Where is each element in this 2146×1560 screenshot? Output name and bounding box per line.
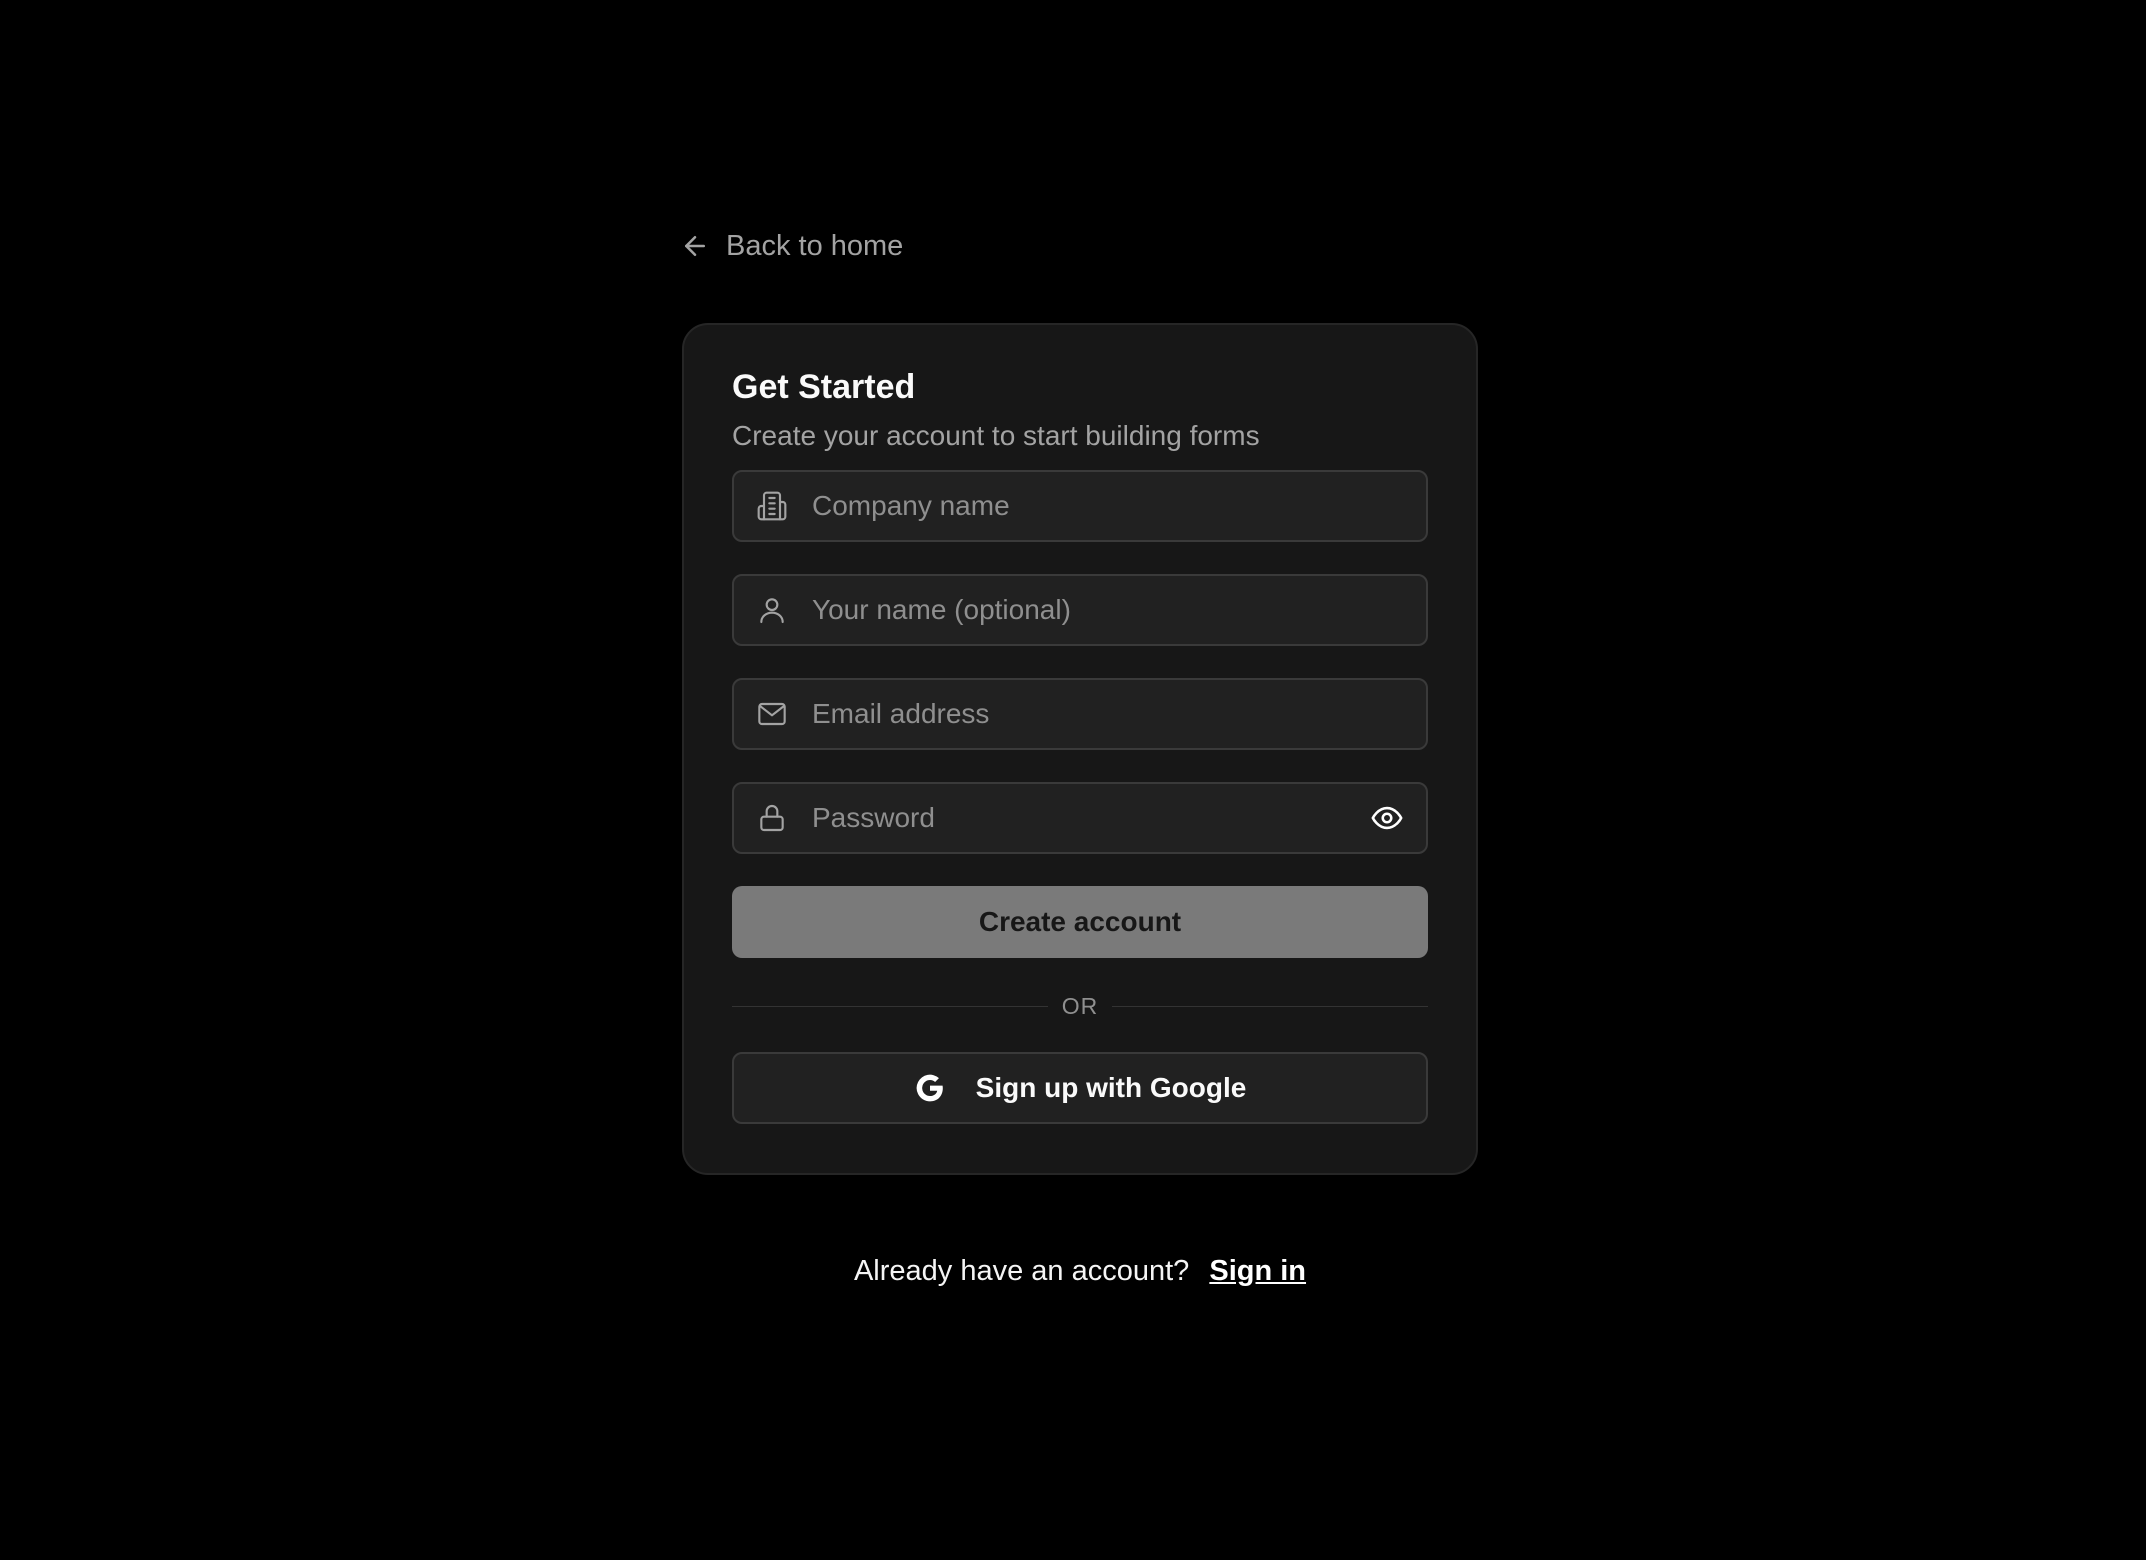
google-signup-label: Sign up with Google: [975, 1072, 1247, 1104]
back-to-home-link[interactable]: Back to home: [680, 222, 903, 270]
or-divider: OR: [732, 986, 1428, 1026]
eye-icon[interactable]: [1370, 801, 1404, 835]
building-icon: [756, 490, 788, 522]
email-input[interactable]: [812, 680, 1426, 749]
google-icon: [914, 1072, 946, 1104]
signin-prompt: Already have an account? Sign in: [0, 1255, 2146, 1288]
signin-prompt-text: Already have an account?: [853, 1255, 1190, 1287]
signup-card: Get Started Create your account to start…: [682, 323, 1478, 1175]
company-name-input[interactable]: [812, 472, 1426, 541]
sign-in-link[interactable]: Sign in: [1209, 1255, 1306, 1287]
create-account-button[interactable]: Create account: [732, 886, 1428, 959]
back-to-home-label: Back to home: [726, 229, 904, 262]
password-field: [732, 782, 1428, 855]
your-name-input[interactable]: [812, 576, 1426, 645]
card-title: Get Started: [732, 368, 916, 406]
signup-page: Back to home Get Started Create your acc…: [0, 0, 2146, 1560]
or-divider-label: OR: [1047, 992, 1113, 1020]
company-name-field: [732, 470, 1428, 543]
mail-icon: [756, 698, 788, 730]
user-icon: [756, 594, 788, 626]
google-signup-button[interactable]: Sign up with Google: [732, 1052, 1428, 1125]
card-subtitle: Create your account to start building fo…: [732, 419, 1260, 451]
arrow-left-icon: [680, 231, 710, 261]
password-input[interactable]: [812, 784, 1370, 853]
signup-form: Create account OR Sign up with Google: [732, 470, 1428, 1125]
email-field: [732, 678, 1428, 751]
your-name-field: [732, 574, 1428, 647]
lock-icon: [756, 802, 788, 834]
